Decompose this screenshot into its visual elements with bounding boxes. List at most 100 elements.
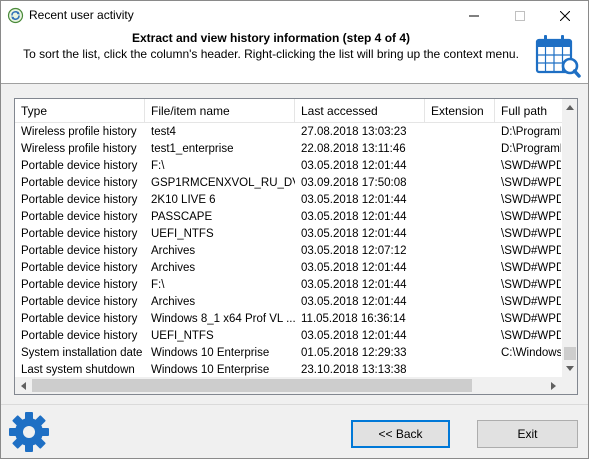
close-icon — [560, 11, 570, 21]
cell-full-path: \SWD#WPDI — [501, 262, 561, 274]
cell-type: Portable device history — [21, 177, 138, 189]
cell-extension — [425, 226, 495, 243]
cell-last-accessed: 03.05.2018 12:01:44 — [301, 262, 407, 274]
window-title: Recent user activity — [29, 8, 134, 22]
title-bar[interactable]: Recent user activity — [1, 1, 588, 31]
table-row[interactable]: Portable device history 2K10 LIVE 6 03.05.… — [15, 192, 562, 209]
exit-button[interactable]: Exit — [477, 420, 578, 448]
scroll-right-button[interactable] — [545, 377, 562, 394]
cell-full-path: \SWD#WPDI — [501, 160, 561, 172]
scrollbar-corner — [562, 377, 577, 394]
cell-full-path: \SWD#WPDI — [501, 177, 561, 189]
cell-extension — [425, 209, 495, 226]
column-header-full-path[interactable]: Full path — [495, 99, 561, 123]
cell-extension — [425, 294, 495, 311]
cell-file-item-name: test1_enterprise — [151, 143, 234, 155]
cell-type: Portable device history — [21, 262, 138, 274]
horizontal-scroll-thumb[interactable] — [32, 379, 472, 392]
cell-full-path: D:\ProgramD — [501, 143, 561, 155]
table-row[interactable]: Portable device history F:\ 03.05.2018 12:… — [15, 277, 562, 294]
table-row[interactable]: Portable device history Archives 03.05.201… — [15, 294, 562, 311]
cell-full-path: \SWD#WPDI — [501, 228, 561, 240]
table-row[interactable]: Wireless profile history test1_enterprise… — [15, 141, 562, 158]
table-row[interactable]: Portable device history F:\ 03.05.2018 12:… — [15, 158, 562, 175]
cell-last-accessed: 01.05.2018 12:29:33 — [301, 347, 407, 359]
table-row[interactable]: Wireless profile history test4 27.08.2018 … — [15, 124, 562, 141]
cell-file-item-name: Windows 8_1 x64 Prof VL ... — [151, 313, 295, 325]
minimize-icon — [469, 15, 479, 17]
cell-file-item-name: Archives — [151, 262, 196, 274]
cell-file-item-name: 2K10 LIVE 6 — [151, 194, 216, 206]
cell-last-accessed: 03.09.2018 17:50:08 — [301, 177, 407, 189]
header-separator — [1, 83, 588, 84]
cell-full-path: \SWD#WPDI — [501, 313, 561, 325]
cell-file-item-name: Archives — [151, 296, 196, 308]
cell-file-item-name: Archives — [151, 245, 196, 257]
back-button[interactable]: << Back — [351, 420, 450, 448]
cell-file-item-name: GSP1RMCENXVOL_RU_DVD — [151, 177, 295, 189]
table-row[interactable]: Portable device history Windows 8_1 x64 P… — [15, 311, 562, 328]
cell-file-item-name: test4 — [151, 126, 176, 138]
column-header-file-item-name[interactable]: File/item name — [145, 99, 295, 123]
cell-extension — [425, 243, 495, 260]
table-row[interactable]: Portable device history UEFI_NTFS 03.05.20… — [15, 328, 562, 345]
maximize-button[interactable] — [497, 1, 543, 31]
cell-file-item-name: Windows 10 Enterprise — [151, 347, 270, 359]
cell-last-accessed: 03.05.2018 12:01:44 — [301, 330, 407, 342]
cell-extension — [425, 311, 495, 328]
horizontal-scrollbar[interactable] — [15, 377, 562, 394]
table-row[interactable]: Portable device history Archives 03.05.201… — [15, 243, 562, 260]
cell-type: Portable device history — [21, 313, 138, 325]
cell-type: Portable device history — [21, 245, 138, 257]
cell-last-accessed: 03.05.2018 12:01:44 — [301, 194, 407, 206]
chevron-right-icon — [551, 381, 556, 390]
cell-extension — [425, 141, 495, 158]
cell-type: Portable device history — [21, 160, 138, 172]
cell-type: Portable device history — [21, 194, 138, 206]
column-header-type[interactable]: Type — [15, 99, 145, 123]
column-header-extension[interactable]: Extension — [425, 99, 495, 123]
cell-full-path: \SWD#WPDI — [501, 245, 561, 257]
cell-type: Wireless profile history — [21, 126, 137, 138]
cell-full-path: \SWD#WPDI — [501, 296, 561, 308]
list-header: Type File/item name Last accessed Extens… — [15, 99, 562, 123]
cell-full-path: \SWD#WPDI — [501, 330, 561, 342]
cell-extension — [425, 158, 495, 175]
scroll-left-button[interactable] — [15, 377, 32, 394]
cell-full-path: D:\ProgramD — [501, 126, 561, 138]
step-title: Extract and view history information (st… — [131, 31, 411, 45]
cell-last-accessed: 27.08.2018 13:03:23 — [301, 126, 407, 138]
table-row[interactable]: Portable device history GSP1RMCENXVOL_RU_… — [15, 175, 562, 192]
vertical-scroll-thumb[interactable] — [564, 347, 576, 360]
main-window: Recent user activity Extract and view hi… — [0, 0, 589, 459]
scroll-up-button[interactable] — [562, 99, 577, 116]
wizard-header: Extract and view history information (st… — [1, 31, 588, 83]
minimize-button[interactable] — [451, 1, 497, 31]
table-row[interactable]: Portable device history Archives 03.05.201… — [15, 260, 562, 277]
column-header-last-accessed[interactable]: Last accessed — [295, 99, 425, 123]
cell-last-accessed: 03.05.2018 12:01:44 — [301, 279, 407, 291]
list-rows: Wireless profile history test4 27.08.2018 … — [15, 124, 562, 379]
cell-file-item-name: UEFI_NTFS — [151, 330, 214, 342]
cell-extension — [425, 124, 495, 141]
cell-last-accessed: 03.05.2018 12:01:44 — [301, 160, 407, 172]
cell-type: Wireless profile history — [21, 143, 137, 155]
table-row[interactable]: Portable device history PASSCAPE 03.05.201… — [15, 209, 562, 226]
chevron-left-icon — [21, 381, 26, 390]
cell-file-item-name: F:\ — [151, 279, 165, 291]
cell-file-item-name: F:\ — [151, 160, 165, 172]
close-button[interactable] — [542, 1, 588, 31]
cell-last-accessed: 22.08.2018 13:11:46 — [301, 143, 406, 155]
cell-extension — [425, 345, 495, 362]
cell-extension — [425, 192, 495, 209]
history-list[interactable]: Type File/item name Last accessed Extens… — [14, 98, 578, 395]
footer-separator — [1, 404, 588, 405]
chevron-up-icon — [566, 105, 574, 110]
table-row[interactable]: System installation date Windows 10 Enter… — [15, 345, 562, 362]
cell-type: Portable device history — [21, 330, 138, 342]
vertical-scrollbar[interactable] — [562, 99, 577, 377]
table-row[interactable]: Portable device history UEFI_NTFS 03.05.20… — [15, 226, 562, 243]
cell-type: Portable device history — [21, 211, 138, 223]
cell-type: Portable device history — [21, 279, 138, 291]
scroll-down-button[interactable] — [562, 360, 577, 377]
